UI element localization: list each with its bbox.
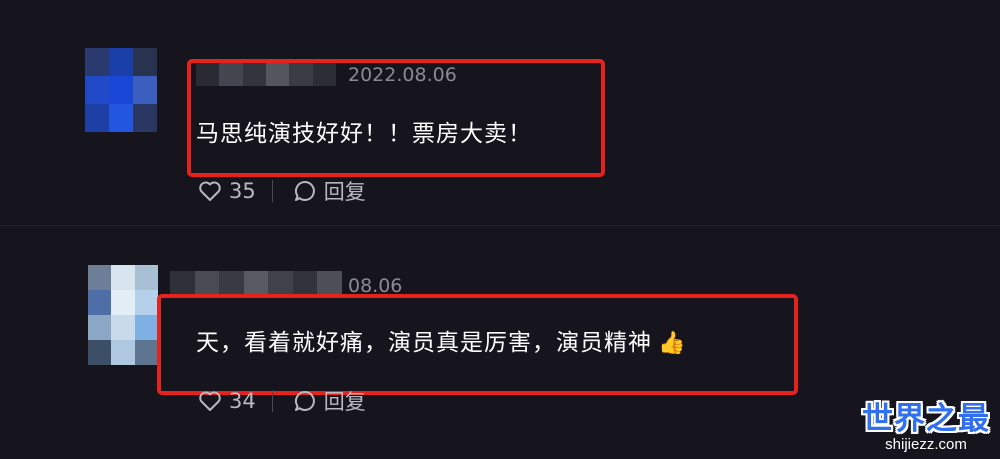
reply-button[interactable]: 回复 bbox=[293, 176, 366, 206]
like-button[interactable]: 35 bbox=[198, 179, 256, 203]
reply-label: 回复 bbox=[323, 390, 366, 414]
speech-bubble-icon bbox=[293, 179, 317, 203]
comment-actions: 35 回复 bbox=[198, 176, 366, 206]
speech-bubble-icon bbox=[293, 389, 317, 413]
divider bbox=[271, 390, 273, 412]
comment-text-content: 天，看着就好痛，演员真是厉害，演员精神 bbox=[196, 330, 652, 356]
reply-label: 回复 bbox=[323, 180, 366, 204]
avatar[interactable] bbox=[88, 265, 158, 365]
heart-icon bbox=[198, 180, 222, 202]
comment-text-content: 马思纯演技好好！！票房大卖！ bbox=[196, 121, 532, 147]
like-button[interactable]: 34 bbox=[198, 389, 256, 413]
avatar[interactable] bbox=[85, 48, 157, 132]
like-count: 34 bbox=[229, 389, 256, 413]
thumbs-up-emoji: 👍 bbox=[658, 331, 687, 356]
like-count: 35 bbox=[229, 179, 256, 203]
watermark-url: shijiezz.com bbox=[885, 436, 967, 453]
divider bbox=[271, 180, 273, 202]
watermark-title: 世界之最 bbox=[862, 401, 990, 437]
comment-text: 天，看着就好痛，演员真是厉害，演员精神 👍 bbox=[196, 323, 686, 357]
comment-text: 马思纯演技好好！！票房大卖！ bbox=[196, 114, 532, 148]
comment-item: 08.06 天，看着就好痛，演员真是厉害，演员精神 👍 34 回复 bbox=[0, 225, 1000, 459]
reply-button[interactable]: 回复 bbox=[293, 386, 366, 416]
comment-actions: 34 回复 bbox=[198, 386, 366, 416]
comment-item: 2022.08.06 马思纯演技好好！！票房大卖！ 35 回复 bbox=[0, 0, 1000, 225]
heart-icon bbox=[198, 390, 222, 412]
site-watermark: 世界之最 shijiezz.com bbox=[862, 393, 990, 453]
